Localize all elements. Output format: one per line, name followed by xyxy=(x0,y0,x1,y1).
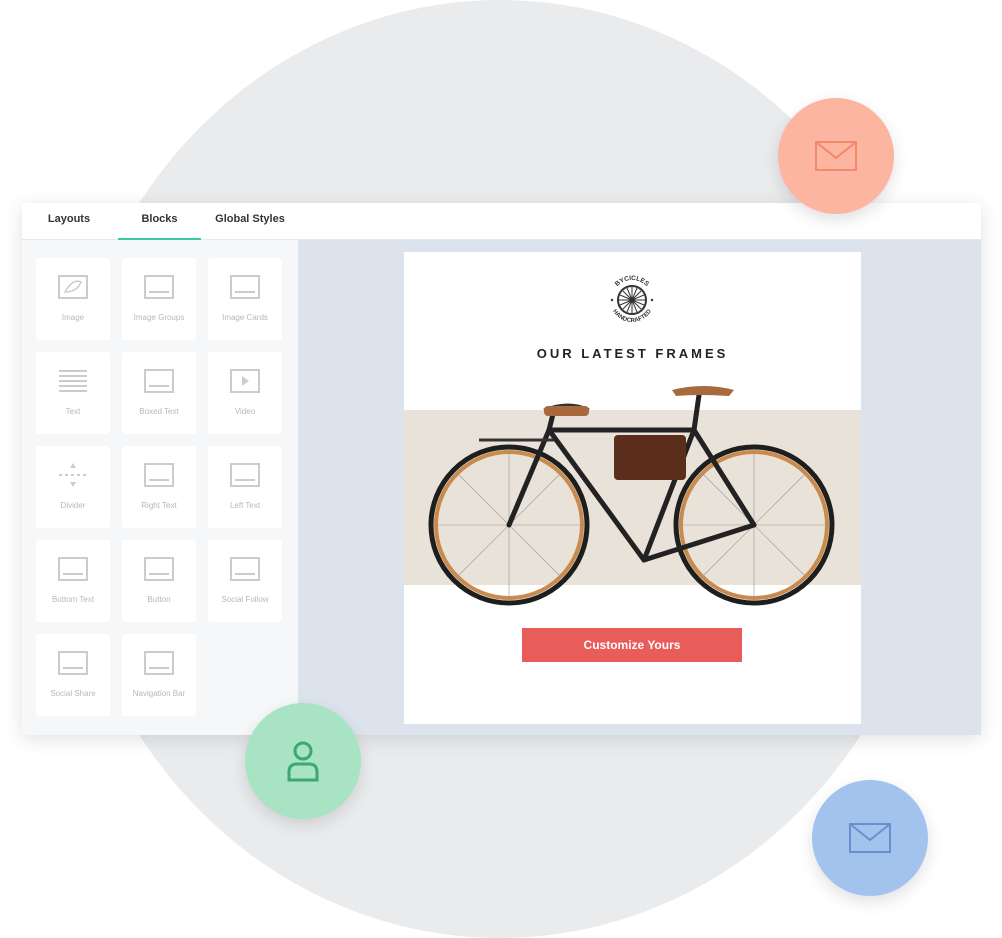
email-preview: BYCICLES HANDCRAFTED OUR LATEST FRAMES C… xyxy=(404,252,861,724)
email-bubble-orange xyxy=(778,98,894,214)
block-image-cards[interactable]: Image Cards xyxy=(208,258,282,340)
block-bottom-text[interactable]: Bottom Text xyxy=(36,540,110,622)
email-canvas: BYCICLES HANDCRAFTED OUR LATEST FRAMES C… xyxy=(298,240,981,735)
right-text-icon xyxy=(144,463,174,487)
brand-logo: BYCICLES HANDCRAFTED xyxy=(610,275,653,324)
block-video[interactable]: Video xyxy=(208,352,282,434)
tab-global-styles[interactable]: Global Styles xyxy=(214,203,286,240)
boxed-text-icon xyxy=(144,369,174,393)
social-follow-icon xyxy=(230,557,260,581)
block-boxed-text[interactable]: Boxed Text xyxy=(122,352,196,434)
email-bubble-blue xyxy=(812,780,928,896)
video-icon xyxy=(230,369,260,393)
block-text[interactable]: Text xyxy=(36,352,110,434)
image-icon xyxy=(58,275,88,299)
tab-blocks[interactable]: Blocks xyxy=(118,203,201,240)
navigation-bar-icon xyxy=(144,651,174,675)
block-label: Text xyxy=(65,407,81,416)
social-share-icon xyxy=(58,651,88,675)
block-divider[interactable]: Divider xyxy=(36,446,110,528)
blocks-panel: Image Image Groups Image Cards Text Boxed Te… xyxy=(22,240,298,735)
envelope-icon xyxy=(849,823,891,853)
button-icon xyxy=(144,557,174,581)
block-label: Left Text xyxy=(229,501,261,510)
block-label: Image Groups xyxy=(133,313,185,322)
email-editor-window: Layouts Blocks Global Styles Image Image … xyxy=(22,203,981,735)
block-label: Boxed Text xyxy=(139,407,179,416)
block-label: Divider xyxy=(60,501,86,510)
block-social-follow[interactable]: Social Follow xyxy=(208,540,282,622)
image-groups-icon xyxy=(144,275,174,299)
block-label: Image xyxy=(61,313,85,322)
block-image[interactable]: Image xyxy=(36,258,110,340)
block-image-groups[interactable]: Image Groups xyxy=(122,258,196,340)
customize-yours-button[interactable]: Customize Yours xyxy=(522,628,742,662)
block-right-text[interactable]: Right Text xyxy=(122,446,196,528)
block-label: Image Cards xyxy=(222,313,268,322)
block-label: Social Follow xyxy=(221,595,269,604)
text-icon xyxy=(59,370,87,392)
block-label: Video xyxy=(234,407,256,416)
block-label: Bottom Text xyxy=(51,595,95,604)
bottom-text-icon xyxy=(58,557,88,581)
user-icon xyxy=(287,741,319,782)
left-text-icon xyxy=(230,463,260,487)
block-label: Navigation Bar xyxy=(132,689,186,698)
tab-layouts[interactable]: Layouts xyxy=(40,203,98,240)
block-label: Social Share xyxy=(50,689,96,698)
block-label: Right Text xyxy=(141,501,177,510)
user-bubble-green xyxy=(245,703,361,819)
block-button[interactable]: Button xyxy=(122,540,196,622)
bicycle-image xyxy=(404,386,861,606)
block-navigation-bar[interactable]: Navigation Bar xyxy=(122,634,196,716)
email-heading: OUR LATEST FRAMES xyxy=(536,346,729,361)
envelope-icon xyxy=(815,141,857,171)
divider-icon xyxy=(59,463,87,487)
image-cards-icon xyxy=(230,275,260,299)
block-social-share[interactable]: Social Share xyxy=(36,634,110,716)
block-left-text[interactable]: Left Text xyxy=(208,446,282,528)
block-label: Button xyxy=(147,595,171,604)
